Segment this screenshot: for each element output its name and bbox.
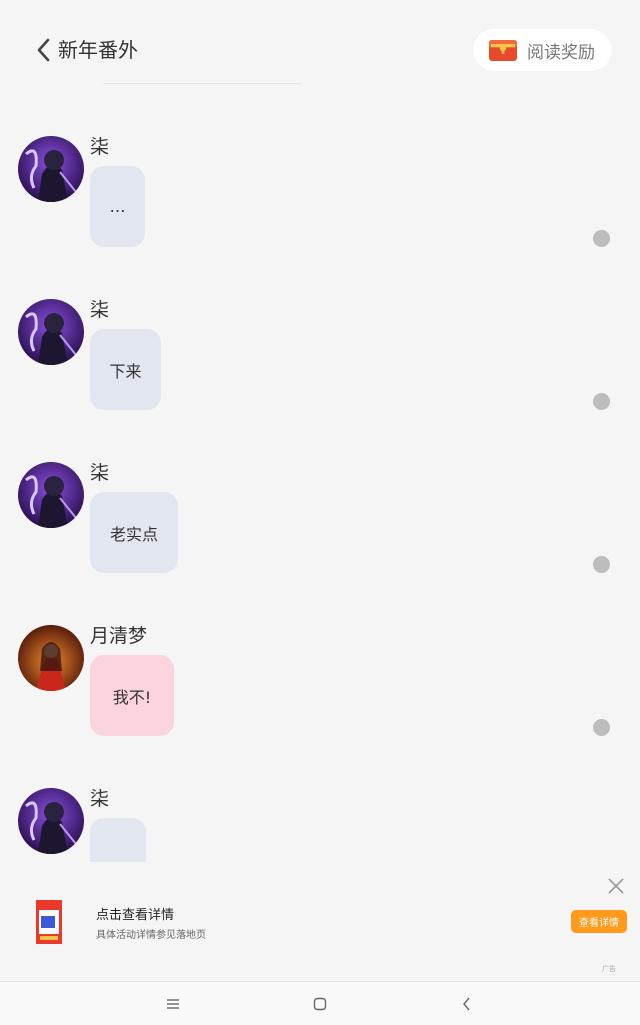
dark-knight-avatar-image xyxy=(18,462,84,528)
comment-dot[interactable] xyxy=(593,556,610,573)
avatar[interactable] xyxy=(18,136,84,202)
ad-subtitle: 具体活动详情参见落地页 xyxy=(96,930,206,941)
ad-thumbnail xyxy=(36,900,62,944)
ad-close-button[interactable] xyxy=(605,875,627,897)
ad-title: 点击查看详情 xyxy=(96,908,175,923)
avatar[interactable] xyxy=(18,625,84,691)
back-button[interactable] xyxy=(30,34,58,66)
gift-box-icon xyxy=(489,40,517,61)
dark-knight-avatar-image xyxy=(18,299,84,365)
dark-knight-avatar-image xyxy=(18,136,84,202)
comment-dot[interactable] xyxy=(593,230,610,247)
ad-view-details-button[interactable]: 查看详情 xyxy=(571,910,627,933)
reading-reward-button[interactable]: 阅读奖励 xyxy=(473,29,612,71)
home-icon xyxy=(313,997,327,1010)
page-title: 新年番外 xyxy=(58,38,138,62)
comment-dot[interactable] xyxy=(593,393,610,410)
comment-dot[interactable] xyxy=(593,719,610,736)
dark-knight-avatar-image xyxy=(18,788,84,854)
message-bubble[interactable]: 下来 xyxy=(90,329,161,410)
sender-name: 柒 xyxy=(90,462,110,484)
header: 新年番外 阅读奖励 xyxy=(0,0,640,100)
nav-back-button[interactable] xyxy=(437,982,497,1025)
header-divider xyxy=(103,83,301,84)
avatar[interactable] xyxy=(18,299,84,365)
close-icon xyxy=(608,878,624,894)
red-dress-girl-avatar-image xyxy=(18,625,84,691)
message-bubble[interactable]: … xyxy=(90,166,145,247)
ad-banner[interactable]: 点击查看详情 具体活动详情参见落地页 查看详情 广告 xyxy=(0,870,640,980)
avatar[interactable] xyxy=(18,788,84,854)
nav-back-icon xyxy=(463,997,470,1010)
message-bubble[interactable]: 老实点 xyxy=(90,492,178,573)
sender-name: 柒 xyxy=(90,788,110,810)
sender-name: 柒 xyxy=(90,299,110,321)
menu-icon xyxy=(167,998,179,1009)
ad-tag: 广告 xyxy=(602,965,616,973)
back-icon xyxy=(37,38,50,62)
sender-name: 柒 xyxy=(90,136,110,158)
home-button[interactable] xyxy=(290,982,350,1025)
system-nav-bar xyxy=(0,981,640,1025)
message-bubble[interactable]: 我不! xyxy=(90,655,174,736)
avatar[interactable] xyxy=(18,462,84,528)
message-bubble[interactable] xyxy=(90,818,146,862)
reading-reward-label: 阅读奖励 xyxy=(527,42,595,63)
sender-name: 月清梦 xyxy=(90,625,148,647)
menu-button[interactable] xyxy=(143,982,203,1025)
